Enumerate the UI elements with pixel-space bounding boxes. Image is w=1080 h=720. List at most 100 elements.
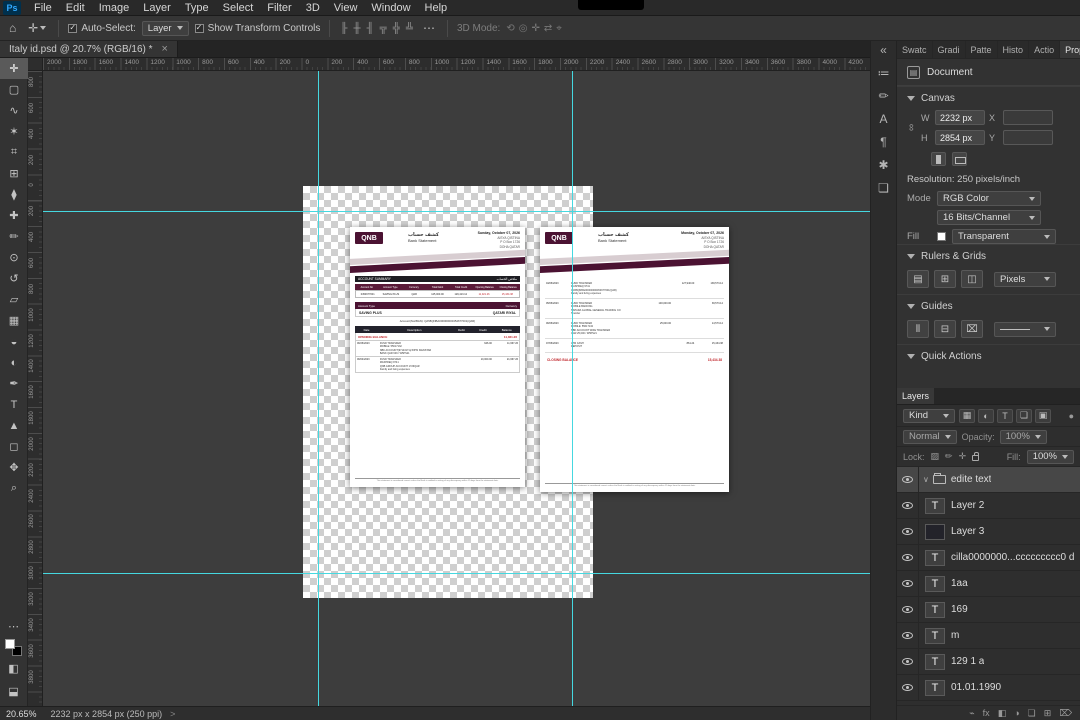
blend-mode-dropdown[interactable]: Normal bbox=[903, 429, 957, 444]
visibility-toggle[interactable] bbox=[897, 493, 919, 518]
object-selection-tool[interactable]: ✶ bbox=[0, 121, 28, 142]
menu-filter[interactable]: Filter bbox=[260, 0, 298, 16]
layer-row-1aa[interactable]: T 1aa bbox=[897, 571, 1080, 597]
document-tab[interactable]: Italy id.psd @ 20.7% (RGB/16) * × bbox=[0, 41, 178, 57]
layer-effects-icon[interactable]: fx bbox=[983, 708, 990, 718]
menu-edit[interactable]: Edit bbox=[59, 0, 92, 16]
tool-preset-icon[interactable]: ✛ bbox=[25, 21, 49, 35]
blur-tool[interactable]: ◒ bbox=[0, 331, 28, 352]
expand-chevron-icon[interactable]: ∨ bbox=[923, 475, 929, 484]
guide-horizontal-1[interactable] bbox=[43, 211, 870, 212]
filter-group-layers-icon[interactable]: ❏ bbox=[1016, 408, 1032, 423]
auto-select-target-dropdown[interactable]: Layer bbox=[141, 20, 189, 36]
portrait-icon[interactable] bbox=[931, 152, 946, 166]
visibility-toggle[interactable] bbox=[897, 571, 919, 596]
layer-row-129-1-a[interactable]: T 129 1 a bbox=[897, 649, 1080, 675]
layer-row-01-01-1990[interactable]: T 01.01.1990 bbox=[897, 675, 1080, 701]
filter-pixel-layers-icon[interactable]: ▦ bbox=[959, 408, 975, 423]
align-icon-4[interactable]: ╬ bbox=[392, 23, 401, 34]
vertical-ruler[interactable]: 800 600 400 200 0 200 400 600 800 1000 1200 1400 160… bbox=[28, 71, 43, 706]
visibility-toggle[interactable] bbox=[897, 545, 919, 570]
3d-mode-icon-2[interactable]: ✛ bbox=[531, 23, 539, 34]
layer-mask-icon[interactable]: ◧ bbox=[998, 708, 1007, 719]
photoshop-logo-icon[interactable]: Ps bbox=[3, 0, 21, 15]
ruler-corner[interactable] bbox=[28, 58, 43, 71]
align-icon-1[interactable]: ╫ bbox=[352, 23, 361, 34]
layer-row-layer-3[interactable]: Layer 3 bbox=[897, 519, 1080, 545]
libraries-panel-icon[interactable]: ❏ bbox=[878, 182, 889, 194]
toggle-rulers-icon[interactable]: ▤ bbox=[907, 270, 929, 288]
filter-type-layers-icon[interactable]: T bbox=[997, 408, 1013, 423]
close-tab-icon[interactable]: × bbox=[162, 43, 168, 55]
landscape-icon[interactable] bbox=[952, 152, 967, 166]
tab-layers[interactable]: Layers bbox=[897, 388, 936, 404]
foreground-color-swatch[interactable] bbox=[5, 639, 15, 649]
filter-toggle-icon[interactable]: ● bbox=[1069, 411, 1074, 421]
visibility-toggle[interactable] bbox=[897, 467, 919, 492]
guide-vertical-1[interactable] bbox=[318, 71, 319, 706]
3d-mode-icon-1[interactable]: ◎ bbox=[519, 23, 528, 34]
hand-tool[interactable]: ✥ bbox=[0, 457, 28, 478]
menu-select[interactable]: Select bbox=[216, 0, 261, 16]
marquee-tool[interactable]: ▢ bbox=[0, 79, 28, 100]
bit-depth-dropdown[interactable]: 16 Bits/Channel bbox=[937, 210, 1041, 225]
visibility-toggle[interactable] bbox=[897, 519, 919, 544]
eyedropper-tool[interactable]: ⧫ bbox=[0, 184, 28, 205]
path-selection-tool[interactable]: ▲ bbox=[0, 415, 28, 436]
lock-transparency-icon[interactable]: ▨ bbox=[931, 451, 940, 462]
quick-mask-icon[interactable]: ◧ bbox=[0, 658, 28, 679]
guide-horizontal-2[interactable] bbox=[43, 573, 870, 574]
pen-tool[interactable]: ✒ bbox=[0, 373, 28, 394]
guide-vertical-2[interactable] bbox=[572, 71, 573, 706]
healing-brush-tool[interactable]: ✚ bbox=[0, 205, 28, 226]
filter-adjustment-layers-icon[interactable]: ◐ bbox=[978, 408, 994, 423]
guides-section-header[interactable]: Guides bbox=[897, 294, 1080, 316]
color-swatches[interactable] bbox=[5, 639, 22, 656]
tab-properties[interactable]: Properties bbox=[1060, 41, 1080, 58]
guide-style-dropdown[interactable] bbox=[994, 321, 1056, 337]
edit-toolbar-icon[interactable]: ⋯ bbox=[0, 616, 28, 637]
units-dropdown[interactable]: Pixels bbox=[994, 271, 1056, 287]
align-icon-5[interactable]: ╩ bbox=[405, 23, 414, 34]
crop-tool[interactable]: ⌗ bbox=[0, 142, 28, 163]
tab-histo[interactable]: Histo bbox=[998, 41, 1030, 58]
canvas-area[interactable]: QNB كشف حساب Bank Statement Sunday, Octo… bbox=[43, 71, 870, 706]
3d-mode-icon-4[interactable]: ⌖ bbox=[556, 23, 562, 34]
show-transform-checkbox[interactable]: Show Transform Controls bbox=[194, 23, 320, 34]
menu-3d[interactable]: 3D bbox=[299, 0, 327, 16]
fill-swatch[interactable] bbox=[937, 232, 946, 241]
visibility-toggle[interactable] bbox=[897, 623, 919, 648]
quick-actions-section-header[interactable]: Quick Actions bbox=[897, 344, 1080, 366]
horizontal-ruler[interactable]: 2000 1800 1600 1400 1200 1000 800 600 400 200 0 200… bbox=[43, 58, 870, 71]
link-dimensions-icon[interactable]: ∞ bbox=[906, 122, 917, 134]
align-icon-3[interactable]: ╦ bbox=[379, 23, 388, 34]
filter-smart-objects-icon[interactable]: ▣ bbox=[1035, 408, 1051, 423]
delete-layer-icon[interactable]: ⌦ bbox=[1059, 708, 1072, 719]
3d-mode-icon-0[interactable]: ⟲ bbox=[506, 23, 514, 34]
move-tool[interactable]: ✛ bbox=[0, 58, 28, 79]
clear-guides-icon[interactable]: ⌧ bbox=[961, 320, 983, 338]
zoom-level-field[interactable]: 20.65% bbox=[6, 709, 37, 719]
menu-view[interactable]: View bbox=[327, 0, 365, 16]
history-brush-tool[interactable]: ↺ bbox=[0, 268, 28, 289]
menu-image[interactable]: Image bbox=[92, 0, 137, 16]
type-tool[interactable]: T bbox=[0, 394, 28, 415]
rulers-grids-section-header[interactable]: Rulers & Grids bbox=[897, 244, 1080, 266]
3d-mode-icon-3[interactable]: ⇄ bbox=[544, 23, 552, 34]
layer-row-edite-text[interactable]: ∨ edite text bbox=[897, 467, 1080, 493]
more-options-icon[interactable]: ⋯ bbox=[420, 21, 438, 35]
guide-layout-icon[interactable]: ⊟ bbox=[934, 320, 956, 338]
shape-tool[interactable]: ◻ bbox=[0, 436, 28, 457]
clone-stamp-tool[interactable]: ⊙ bbox=[0, 247, 28, 268]
fill-dropdown[interactable]: Transparent bbox=[952, 229, 1056, 244]
frame-tool[interactable]: ⊞ bbox=[0, 163, 28, 184]
home-icon[interactable]: ⌂ bbox=[6, 21, 19, 35]
adjustment-layer-icon[interactable]: ◑ bbox=[1014, 708, 1019, 718]
glyphs-panel-icon[interactable]: ✱ bbox=[878, 159, 888, 171]
layer-row-169[interactable]: T 169 bbox=[897, 597, 1080, 623]
layer-group-icon[interactable]: ❏ bbox=[1028, 708, 1036, 719]
layer-row-m[interactable]: Tm bbox=[897, 623, 1080, 649]
menu-type[interactable]: Type bbox=[178, 0, 216, 16]
gradient-tool[interactable]: ▦ bbox=[0, 310, 28, 331]
tab-actio[interactable]: Actio bbox=[1029, 41, 1061, 58]
